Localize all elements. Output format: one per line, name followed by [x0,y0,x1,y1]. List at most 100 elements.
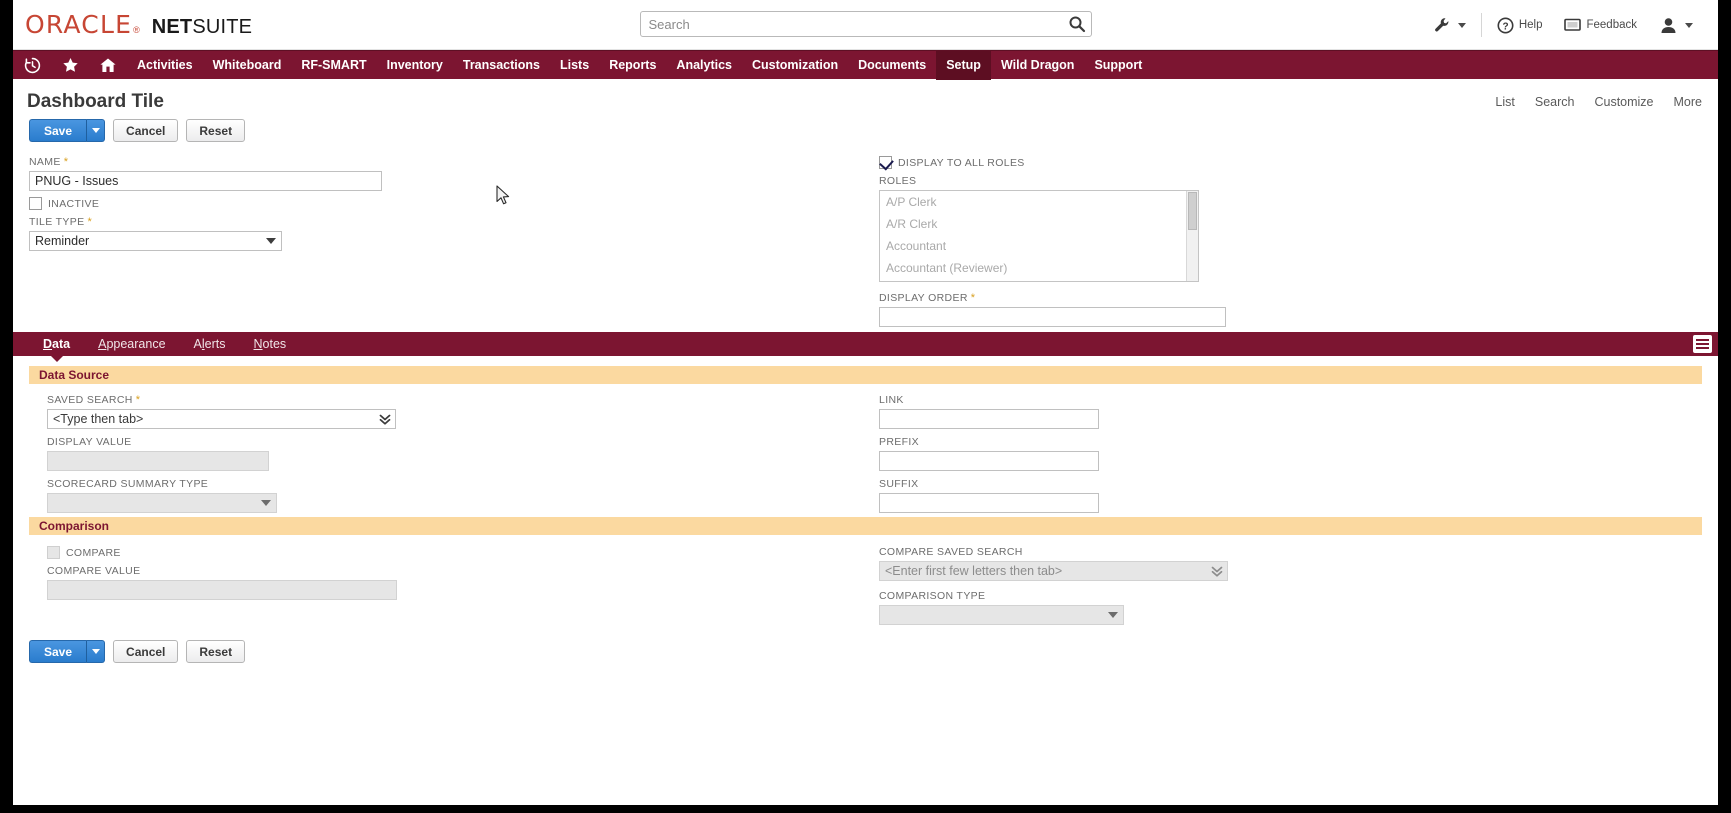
shortcuts-star-icon[interactable] [51,51,89,80]
saved-search-value: <Type then tab> [47,409,396,429]
top-button-row: Save Cancel Reset [13,113,1718,142]
nav-item-reports[interactable]: Reports [599,51,666,80]
search-input[interactable] [639,11,1092,37]
nav-item-documents[interactable]: Documents [848,51,936,80]
data-source-panel: SAVED SEARCH * <Type then tab> DISPLAY VA… [13,384,1718,517]
netsuite-light-text: SUITE [192,16,253,38]
nav-item-analytics[interactable]: Analytics [666,51,742,80]
reset-button[interactable]: Reset [186,119,246,142]
save-dropdown-button-bottom[interactable] [86,640,106,663]
tile-type-label-text: TILE TYPE [29,216,85,228]
roles-option[interactable]: A/P Clerk [880,191,1198,213]
save-button-bottom[interactable]: Save [29,640,87,663]
nav-item-whiteboard[interactable]: Whiteboard [203,51,292,80]
display-value-input [47,451,269,471]
link-search[interactable]: Search [1535,95,1575,109]
netsuite-bold-text: NET [151,16,193,38]
reset-button-bottom[interactable]: Reset [186,640,246,663]
cancel-button[interactable]: Cancel [113,119,179,142]
tab-menu-icon[interactable] [1693,335,1712,353]
nav-item-support[interactable]: Support [1084,51,1152,80]
roles-multiselect[interactable]: A/P Clerk A/R Clerk Accountant Accountan… [879,190,1199,282]
nav-item-activities[interactable]: Activities [127,51,203,80]
comparison-panel: COMPARE COMPARE VALUE COMPARE SAVED SEAR… [13,535,1718,640]
link-customize[interactable]: Customize [1594,95,1653,109]
comparison-type-field-label: COMPARISON TYPE [879,590,986,602]
nav-item-inventory[interactable]: Inventory [377,51,453,80]
name-field-label: NAME * [29,156,429,168]
feedback-button[interactable]: Feedback [1553,18,1648,33]
tile-type-field-label: TILE TYPE * [29,216,429,228]
display-all-roles-label: DISPLAY TO ALL ROLES [898,156,1025,169]
nav-item-rf-smart[interactable]: RF-SMART [291,51,376,80]
suffix-field-label: SUFFIX [879,478,919,490]
data-source-left-column: SAVED SEARCH * <Type then tab> DISPLAY VA… [47,394,396,513]
saved-search-field-label: SAVED SEARCH * [47,394,396,406]
name-input[interactable] [29,171,382,191]
roles-option[interactable]: Accountant (Reviewer) [880,257,1198,279]
display-value-field-label: DISPLAY VALUE [47,436,132,448]
app-logo[interactable]: ORACLE ® NETSUITE [25,10,252,39]
required-asterisk-icon: * [970,292,976,304]
display-all-roles-checkbox[interactable] [879,156,892,169]
link-input[interactable] [879,409,1099,429]
nav-item-transactions[interactable]: Transactions [453,51,550,80]
link-more[interactable]: More [1674,95,1702,109]
comparison-section-header: Comparison [29,517,1702,535]
link-field-label: LINK [879,394,904,406]
nav-item-customization[interactable]: Customization [742,51,848,80]
suffix-input[interactable] [879,493,1099,513]
nav-item-lists[interactable]: Lists [550,51,599,80]
roles-field-label: ROLES [879,175,917,187]
comparison-right-column: COMPARE SAVED SEARCH <Enter first few le… [879,546,1228,625]
mouse-cursor-icon [496,185,510,205]
link-list[interactable]: List [1495,95,1514,109]
comparison-left-column: COMPARE COMPARE VALUE [47,546,397,600]
tile-type-value: Reminder [29,231,282,251]
form-left-column: NAME* INACTIVE TILE TYPE* Reminder [29,156,429,251]
double-chevron-down-icon [379,412,391,431]
help-button[interactable]: ? Help [1486,17,1554,34]
cancel-button-bottom[interactable]: Cancel [113,640,179,663]
recent-records-icon[interactable] [13,51,51,80]
home-icon[interactable] [89,51,127,80]
page-header: Dashboard Tile List Search Customize Mor… [13,79,1718,113]
compare-value-field-label: COMPARE VALUE [47,565,141,577]
tab-alerts[interactable]: Alerts [180,332,240,356]
roles-option[interactable]: A/R Clerk [880,213,1198,235]
compare-checkbox-row: COMPARE [47,546,397,559]
save-button[interactable]: Save [29,119,87,142]
form-right-column: DISPLAY TO ALL ROLES ROLES A/P Clerk A/R… [879,150,1279,327]
saved-search-dropdown[interactable]: <Type then tab> [47,409,396,429]
nav-item-setup[interactable]: Setup [936,50,991,80]
save-dropdown-button[interactable] [86,119,106,142]
roles-option[interactable]: Accountant [880,235,1198,257]
roles-scrollbar-thumb[interactable] [1188,192,1197,230]
page-title: Dashboard Tile [27,91,164,112]
display-order-input[interactable] [879,307,1226,327]
name-label-text: NAME [29,156,61,168]
chevron-down-icon [91,649,100,654]
save-button-group: Save [29,119,106,142]
oracle-wordmark: ORACLE [25,10,133,39]
tab-data[interactable]: Data [29,332,84,356]
inactive-checkbox-row: INACTIVE [29,197,429,210]
compare-checkbox[interactable] [47,546,60,559]
tile-type-dropdown[interactable]: Reminder [29,231,282,251]
inactive-label: INACTIVE [48,197,100,210]
display-order-label-text: DISPLAY ORDER [879,292,968,304]
netsuite-wordmark: NETSUITE [152,16,253,39]
settings-menu-button[interactable] [1423,17,1477,34]
prefix-input[interactable] [879,451,1099,471]
user-menu-button[interactable] [1648,17,1704,34]
inactive-checkbox[interactable] [29,197,42,210]
tab-notes[interactable]: Notes [240,332,301,356]
roles-scrollbar[interactable] [1186,191,1198,281]
nav-item-wild-dragon[interactable]: Wild Dragon [991,51,1085,80]
speech-bubble-icon [1564,18,1582,31]
display-order-field-label: DISPLAY ORDER * [879,292,1279,304]
tab-appearance[interactable]: Appearance [84,332,179,356]
page-action-links: List Search Customize More [1495,95,1702,109]
search-icon[interactable] [1068,15,1086,33]
tab-bar: Data Appearance Alerts Notes [13,332,1718,362]
